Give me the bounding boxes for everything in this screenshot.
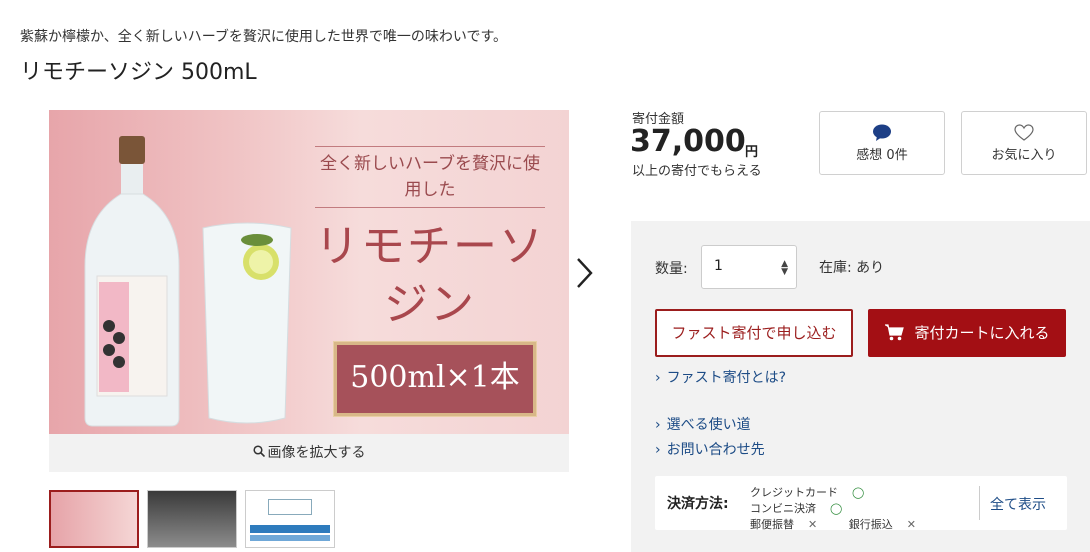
banner-product-name: リモチーソジン: [315, 221, 545, 330]
chevron-right-icon: ›: [655, 417, 661, 433]
quantity-select[interactable]: 1 ▲ ▼: [701, 245, 797, 289]
fast-donation-button[interactable]: ファスト寄付で申し込む: [655, 309, 853, 357]
zoom-label: 画像を拡大する: [267, 445, 366, 461]
available-mark: ◯: [830, 502, 843, 515]
banner-tagline: 全く新しいハーブを贅沢に使用した: [315, 146, 545, 208]
add-to-cart-button[interactable]: 寄付カートに入れる: [868, 309, 1066, 357]
method-name: 銀行振込: [848, 518, 893, 531]
magnifier-icon: [252, 434, 265, 472]
chevron-right-icon: ›: [655, 442, 661, 458]
select-arrows-icon: ▲ ▼: [781, 259, 788, 277]
cart-icon: [884, 312, 905, 360]
currency-unit: 円: [745, 145, 759, 160]
divider: [979, 486, 980, 520]
heart-icon: [1014, 124, 1034, 141]
thumbnail-1[interactable]: [49, 490, 139, 548]
thumbnail-2[interactable]: [147, 490, 237, 548]
available-mark: ◯: [852, 486, 865, 499]
reviews-button[interactable]: 感想 0件: [819, 111, 945, 175]
show-all-payments-link[interactable]: 全て表示: [990, 494, 1046, 514]
link-fast-donation-info[interactable]: › ファスト寄付とは?: [655, 367, 786, 387]
payment-methods-list: クレジットカード ◯ コンビニ決済 ◯ 郵便振替 ✕ 銀行振込 ✕: [750, 485, 980, 533]
reviews-label: 感想 0件: [856, 148, 908, 163]
thumbnail-strip: [49, 490, 335, 548]
unavailable-mark: ✕: [906, 518, 916, 531]
quantity-value: 1: [714, 258, 723, 274]
quantity-label: 数量:: [655, 261, 688, 277]
product-title: リモチーソジン 500mL: [20, 60, 257, 85]
link-label: 選べる使い道: [666, 417, 751, 433]
next-image-arrow-icon[interactable]: [572, 256, 596, 290]
payment-methods-box: 決済方法: クレジットカード ◯ コンビニ決済 ◯ 郵便振替 ✕ 銀行振込 ✕ 全て表示: [655, 476, 1067, 533]
stock-status: 在庫: あり: [819, 260, 885, 276]
favorite-button[interactable]: お気に入り: [961, 111, 1087, 175]
product-subtitle: 紫蘇か檸檬か、全く新しいハーブを贅沢に使用した世界で唯一の味わいです。: [20, 29, 508, 45]
product-main-image[interactable]: 全く新しいハーブを贅沢に使用した リモチーソジン 500ml×1本: [49, 110, 569, 434]
link-contact[interactable]: › お問い合わせ先: [655, 439, 765, 459]
glass-illustration: [202, 222, 292, 424]
bottle-illustration: [84, 136, 180, 427]
payment-method-bank: 銀行振込 ✕: [849, 518, 930, 531]
method-name: 郵便振替: [750, 518, 794, 531]
favorite-label: お気に入り: [991, 148, 1057, 163]
purchase-panel: 数量: 1 ▲ ▼ 在庫: あり ファスト寄付で申し込む 寄付カートに入れる › フ…: [631, 221, 1090, 552]
link-usage-options[interactable]: › 選べる使い道: [655, 414, 751, 434]
chevron-right-icon: ›: [655, 370, 661, 386]
donation-amount: 37,000: [630, 124, 746, 159]
payment-label: 決済方法:: [667, 496, 729, 512]
zoom-image-button[interactable]: 画像を拡大する: [49, 434, 569, 472]
speech-bubble-icon: [873, 124, 891, 141]
method-name: コンビニ決済: [750, 502, 816, 515]
link-label: お問い合わせ先: [666, 442, 765, 458]
add-to-cart-label: 寄付カートに入れる: [914, 324, 1050, 342]
banner-quantity: 500ml×1本: [333, 341, 537, 417]
link-label: ファスト寄付とは?: [666, 370, 787, 386]
thumbnail-3[interactable]: [245, 490, 335, 548]
donation-note: 以上の寄付でもらえる: [632, 164, 762, 179]
unavailable-mark: ✕: [808, 518, 818, 531]
method-name: クレジットカード: [750, 486, 838, 499]
payment-method-convenience: コンビニ決済 ◯: [750, 502, 856, 515]
banner-copy: 全く新しいハーブを贅沢に使用した リモチーソジン: [315, 146, 545, 334]
payment-method-credit: クレジットカード ◯: [750, 486, 878, 499]
payment-method-postal: 郵便振替 ✕: [750, 518, 831, 531]
